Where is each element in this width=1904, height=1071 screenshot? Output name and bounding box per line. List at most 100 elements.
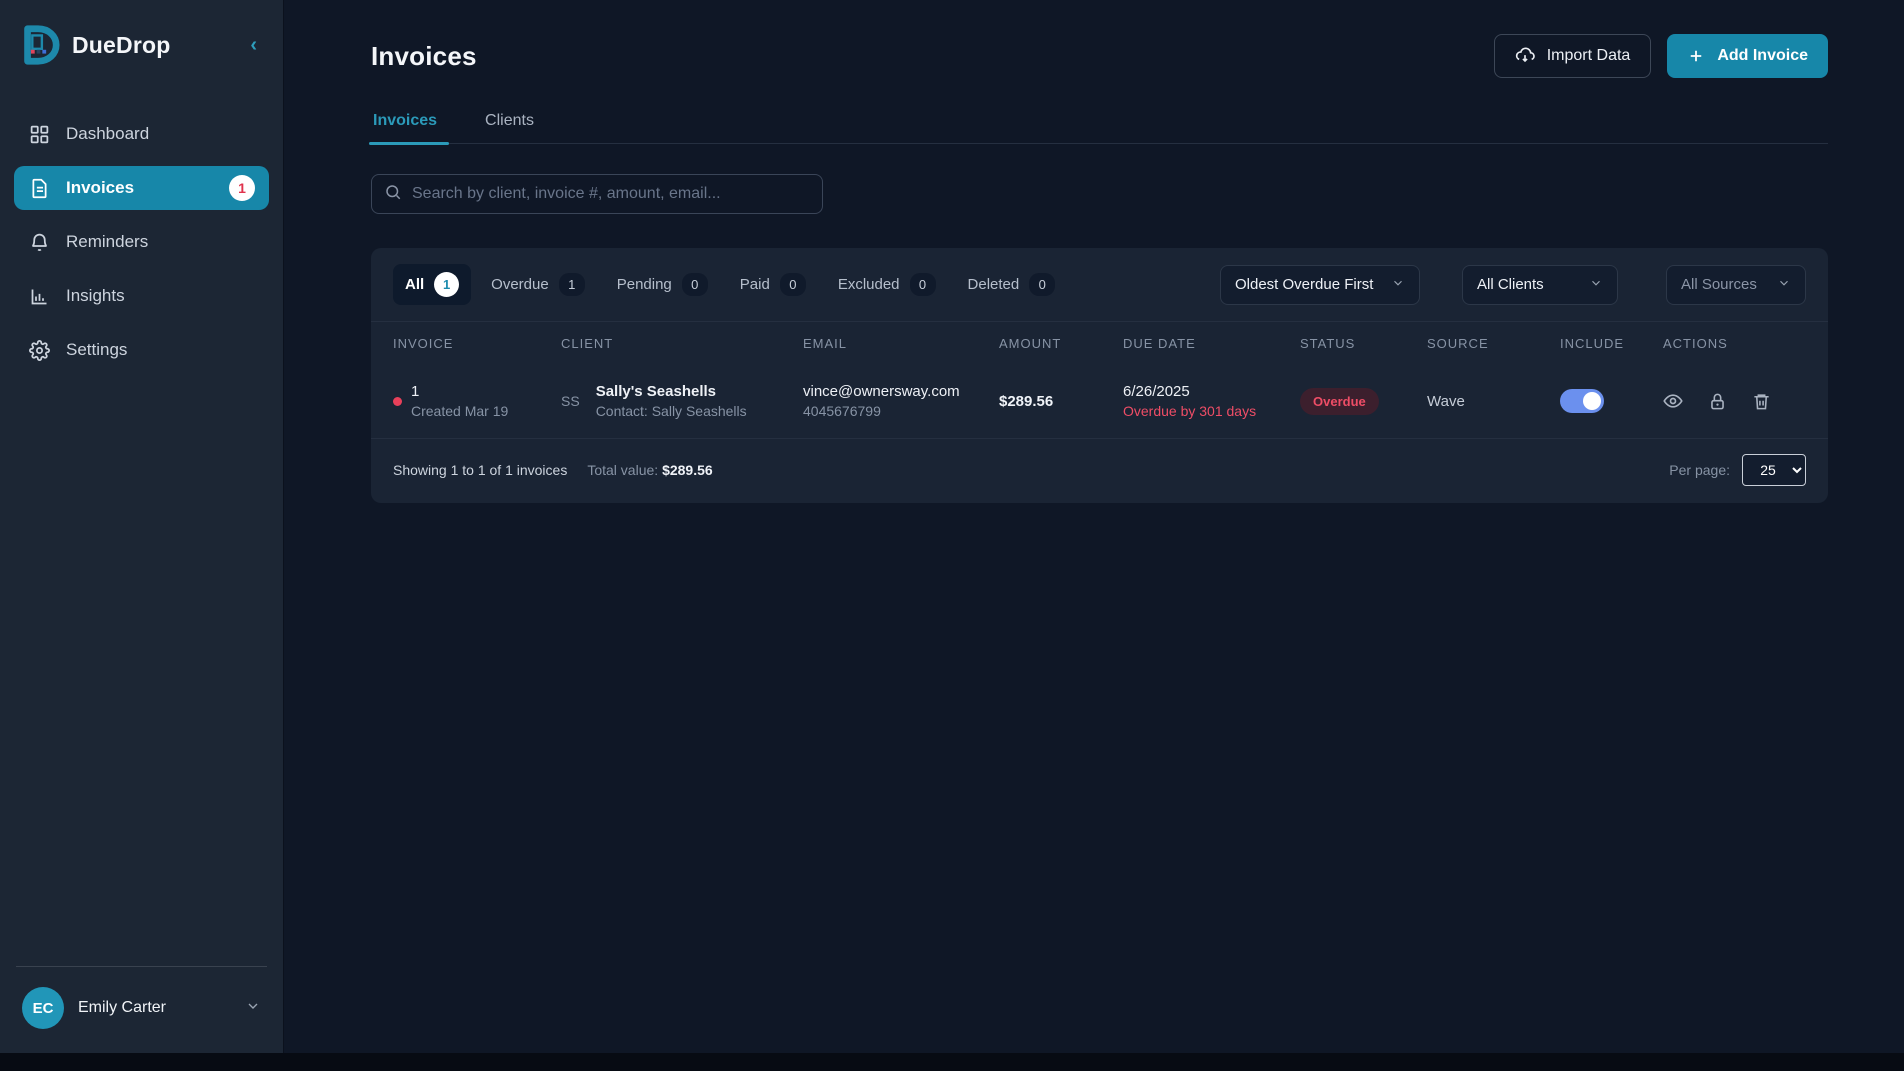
filter-tab-label: Excluded — [838, 276, 900, 293]
per-page-wrap: Per page: 25 — [1669, 454, 1806, 486]
client-filter-dropdown[interactable]: All Clients — [1462, 265, 1618, 305]
per-page-select[interactable]: 25 — [1742, 454, 1806, 486]
client-dropdown-value: All Clients — [1477, 276, 1544, 293]
import-data-button[interactable]: Import Data — [1494, 34, 1652, 78]
status-cell: Overdue — [1300, 388, 1427, 415]
email-cell: vince@ownersway.com 4045676799 — [803, 383, 999, 419]
invoice-number: 1 — [411, 383, 508, 400]
sidebar-item-label: Invoices — [66, 178, 134, 198]
filter-tab-label: Paid — [740, 276, 770, 293]
client-email: vince@ownersway.com — [803, 383, 999, 400]
cloud-download-icon — [1515, 46, 1535, 66]
sort-dropdown[interactable]: Oldest Overdue First — [1220, 265, 1420, 305]
search-input[interactable] — [412, 185, 810, 203]
search-box — [371, 174, 823, 214]
client-name: Sally's Seashells — [596, 383, 747, 400]
client-contact: Contact: Sally Seashells — [596, 403, 747, 419]
plus-icon — [1687, 47, 1705, 65]
invoice-created: Created Mar 19 — [411, 403, 508, 419]
filter-tab-all[interactable]: All 1 — [393, 264, 471, 305]
tab-clients[interactable]: Clients — [483, 112, 536, 143]
chevron-down-icon — [1589, 276, 1603, 293]
status-filter-tabs: All 1 Overdue 1 Pending 0 Paid 0 — [393, 264, 1067, 305]
import-data-label: Import Data — [1547, 47, 1631, 65]
include-cell — [1560, 389, 1663, 413]
sidebar-item-invoices[interactable]: Invoices 1 — [14, 166, 269, 210]
bar-chart-icon — [28, 285, 50, 307]
filter-tab-deleted[interactable]: Deleted 0 — [956, 265, 1068, 304]
app-title: DueDrop — [72, 32, 171, 59]
table-row[interactable]: 1 Created Mar 19 SS Sally's Seashells Co… — [371, 364, 1828, 438]
user-menu[interactable]: EC Emily Carter — [0, 987, 283, 1039]
row-actions — [1663, 391, 1806, 411]
sidebar-item-reminders[interactable]: Reminders — [14, 220, 269, 264]
source-filter-dropdown[interactable]: All Sources — [1666, 265, 1806, 305]
invoices-count-badge: 1 — [229, 175, 255, 201]
total-value-wrap: Total value: $289.56 — [587, 462, 712, 478]
filter-count-badge: 1 — [434, 272, 459, 297]
client-cell: SS Sally's Seashells Contact: Sally Seas… — [561, 383, 803, 419]
column-header-status: Status — [1300, 336, 1427, 351]
tab-invoices[interactable]: Invoices — [371, 112, 439, 143]
sidebar-item-settings[interactable]: Settings — [14, 328, 269, 372]
add-invoice-button[interactable]: Add Invoice — [1667, 34, 1828, 78]
filter-tab-paid[interactable]: Paid 0 — [728, 265, 818, 304]
trash-icon[interactable] — [1751, 391, 1771, 411]
page-title: Invoices — [371, 41, 477, 72]
sidebar-item-label: Reminders — [66, 232, 148, 252]
invoices-card: All 1 Overdue 1 Pending 0 Paid 0 — [371, 248, 1828, 503]
add-invoice-label: Add Invoice — [1717, 47, 1808, 65]
sidebar-nav: Dashboard Invoices 1 — [0, 112, 283, 372]
filter-count-badge: 0 — [1029, 273, 1055, 296]
source-dropdown-value: All Sources — [1681, 276, 1757, 293]
sidebar-item-dashboard[interactable]: Dashboard — [14, 112, 269, 156]
column-header-amount: Amount — [999, 336, 1123, 351]
invoice-source: Wave — [1427, 393, 1560, 410]
filter-tab-overdue[interactable]: Overdue 1 — [479, 265, 597, 304]
app-window: DueDrop ‹ Dashboard — [0, 0, 1904, 1053]
gear-icon — [28, 339, 50, 361]
sidebar: DueDrop ‹ Dashboard — [0, 0, 284, 1053]
total-value: $289.56 — [662, 462, 713, 478]
due-date-cell: 6/26/2025 Overdue by 301 days — [1123, 383, 1300, 419]
filter-count-badge: 0 — [910, 273, 936, 296]
lock-icon[interactable] — [1707, 391, 1727, 411]
column-header-actions: Actions — [1663, 336, 1806, 351]
logo-row: DueDrop ‹ — [0, 0, 283, 66]
filter-tab-excluded[interactable]: Excluded 0 — [826, 265, 948, 304]
column-header-source: Source — [1427, 336, 1560, 351]
sort-dropdown-value: Oldest Overdue First — [1235, 276, 1373, 293]
avatar: EC — [22, 987, 64, 1029]
overdue-days: Overdue by 301 days — [1123, 403, 1300, 419]
view-eye-icon[interactable] — [1663, 391, 1683, 411]
header-actions: Import Data Add Invoice — [1494, 34, 1828, 78]
toggle-knob — [1583, 392, 1601, 410]
filter-count-badge: 0 — [682, 273, 708, 296]
sidebar-item-insights[interactable]: Insights — [14, 274, 269, 318]
chevron-down-icon — [245, 998, 261, 1019]
table-footer: Showing 1 to 1 of 1 invoices Total value… — [371, 439, 1828, 503]
grid-icon — [28, 123, 50, 145]
user-name: Emily Carter — [78, 999, 166, 1017]
column-header-client: Client — [561, 336, 803, 351]
sidebar-collapse-icon[interactable]: ‹ — [244, 31, 263, 59]
showing-text: Showing 1 to 1 of 1 invoices — [393, 462, 567, 478]
include-toggle[interactable] — [1560, 389, 1604, 413]
sidebar-item-label: Dashboard — [66, 124, 149, 144]
filter-tab-label: Overdue — [491, 276, 549, 293]
filter-tab-pending[interactable]: Pending 0 — [605, 265, 720, 304]
sidebar-bottom: EC Emily Carter — [0, 966, 283, 1053]
filter-count-badge: 0 — [780, 273, 806, 296]
total-label: Total value: — [587, 462, 658, 478]
invoice-amount: $289.56 — [999, 393, 1123, 410]
client-initials: SS — [561, 393, 580, 409]
bell-icon — [28, 231, 50, 253]
filter-dropdowns: Oldest Overdue First All Clients All Sou… — [1220, 265, 1806, 305]
chevron-down-icon — [1391, 276, 1405, 293]
search-icon — [384, 183, 402, 206]
due-date: 6/26/2025 — [1123, 383, 1300, 400]
sidebar-item-label: Insights — [66, 286, 125, 306]
duedrop-logo-icon — [18, 24, 60, 66]
column-header-include: Include — [1560, 336, 1663, 351]
overdue-dot-icon — [393, 397, 402, 406]
